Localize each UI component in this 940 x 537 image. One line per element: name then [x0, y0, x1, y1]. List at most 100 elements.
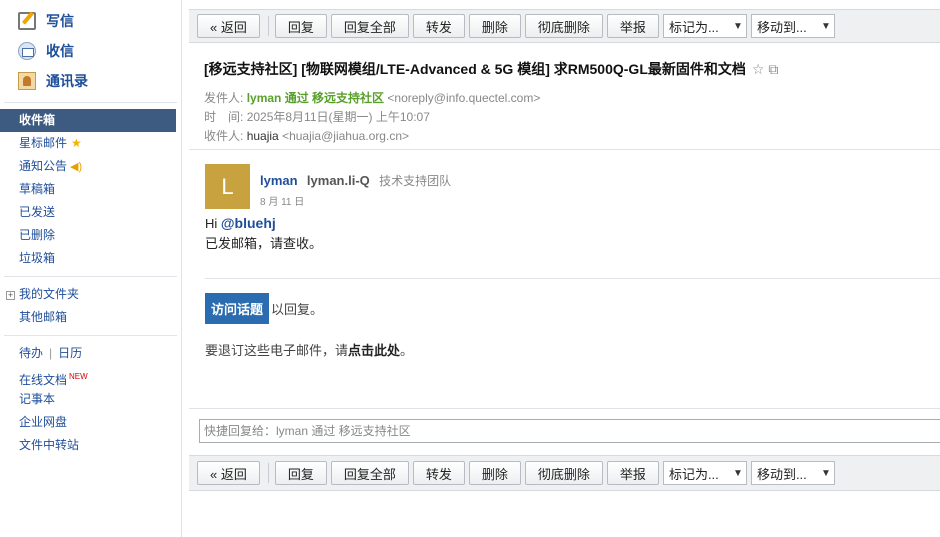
star-popout-icon[interactable]: ☆ ⧉	[752, 61, 778, 78]
compose-button[interactable]: 写信	[0, 6, 181, 36]
mark-as-select[interactable]: 标记为... ▼	[662, 14, 747, 38]
star-icon: ★	[71, 136, 82, 150]
time-value: 2025年8月11日(星期一) 上午10:07	[246, 110, 430, 124]
contacts-label: 通讯录	[46, 73, 88, 89]
post-content: Hi @bluehj 已发邮箱，请查收。	[205, 209, 940, 254]
mark-as-select[interactable]: 标记为... ▼	[662, 461, 747, 485]
sidebar-item-drafts[interactable]: 草稿箱	[0, 178, 181, 201]
sidebar-item-label: 已删除	[19, 228, 56, 242]
sidebar-item-disk[interactable]: 企业网盘	[0, 411, 181, 434]
reply-all-button[interactable]: 回复全部	[330, 14, 409, 38]
sidebar-item-label: 记事本	[19, 392, 56, 406]
new-badge: NEW	[69, 372, 88, 381]
inbox-check-button[interactable]: 收信	[0, 36, 181, 66]
bottom-toolbar: « 返回 回复 回复全部 转发 删除 彻底删除 举报 标记为... ▼ 移动到.…	[189, 455, 940, 491]
inbox-icon	[18, 42, 36, 60]
sidebar-item-deleted[interactable]: 已删除	[0, 224, 181, 247]
sidebar-item-label: 在线文档	[19, 373, 68, 387]
sidebar-item-label: 其他邮箱	[19, 310, 68, 324]
sidebar-item-label: 草稿箱	[19, 182, 56, 196]
unsubscribe-line: 要退订这些电子邮件，请点击此处。	[205, 340, 940, 359]
contacts-button[interactable]: 通讯录	[0, 66, 181, 96]
sidebar-divider	[4, 276, 177, 277]
sidebar-item-starred[interactable]: 星标邮件 ★	[0, 132, 181, 155]
sidebar-item-label: 垃圾箱	[19, 251, 56, 265]
sidebar: 写信 收信 通讯录 收件箱 星标邮件 ★ 通知公告 ◀) 草稿箱 已发送 已删除 垃…	[0, 0, 182, 537]
sidebar-divider	[4, 102, 177, 103]
sidebar-item-label: 企业网盘	[19, 415, 68, 429]
quick-reply-input[interactable]	[199, 419, 940, 443]
sidebar-item-calendar[interactable]: 日历	[58, 346, 82, 360]
sidebar-item-my-folders[interactable]: + 我的文件夹	[0, 283, 181, 306]
sidebar-item-notices[interactable]: 通知公告 ◀)	[0, 155, 181, 178]
chevron-down-icon: ▼	[820, 20, 831, 32]
sidebar-top-actions: 写信 收信 通讯录	[0, 0, 181, 96]
delete-button[interactable]: 删除	[468, 461, 521, 485]
main-panel: « 返回 回复 回复全部 转发 删除 彻底删除 举报 标记为... ▼ 移动到.…	[189, 0, 940, 537]
post-header: lyman lyman.li-Q 技术支持团队	[205, 164, 940, 189]
contacts-icon	[18, 72, 36, 90]
from-row: 发件人: lyman 通过 移远支持社区 <noreply@info.quect…	[204, 89, 940, 108]
sidebar-item-sent[interactable]: 已发送	[0, 201, 181, 224]
reply-button[interactable]: 回复	[274, 461, 327, 485]
separator: |	[49, 346, 53, 360]
greeting-line: Hi @bluehj	[205, 213, 940, 234]
forward-button[interactable]: 转发	[412, 461, 465, 485]
compose-label: 写信	[46, 13, 74, 29]
to-label: 收件人:	[204, 129, 244, 143]
sidebar-item-spam[interactable]: 垃圾箱	[0, 247, 181, 270]
to-address: <huajia@jiahua.org.cn>	[282, 129, 409, 143]
visit-topic-button[interactable]: 访问话题	[205, 293, 270, 324]
post-username[interactable]: lyman	[260, 173, 298, 188]
move-to-label: 移动到...	[756, 19, 807, 35]
visit-topic-row: 访问话题 以回复。	[205, 293, 940, 324]
sidebar-item-transfer[interactable]: 文件中转站	[0, 434, 181, 457]
chevron-down-icon: ▼	[732, 467, 743, 479]
email-meta: 发件人: lyman 通过 移远支持社区 <noreply@info.quect…	[204, 89, 940, 146]
mention-link[interactable]: @bluehj	[221, 215, 276, 231]
content-divider	[205, 278, 940, 279]
toolbar-separator	[267, 463, 269, 483]
sidebar-item-inbox[interactable]: 收件箱	[0, 109, 176, 132]
toolbar-separator	[267, 16, 269, 36]
subject-text: [移远支持社区] [物联网模组/LTE-Advanced & 5G 模组] 求R…	[204, 61, 746, 77]
move-to-select[interactable]: 移动到... ▼	[750, 14, 835, 38]
delete-permanently-button[interactable]: 彻底删除	[524, 14, 603, 38]
sidebar-item-other-mailboxes[interactable]: 其他邮箱	[0, 306, 181, 329]
unsubscribe-suffix: 。	[400, 343, 414, 358]
back-button[interactable]: « 返回	[197, 14, 260, 38]
greeting: Hi	[205, 216, 218, 231]
report-button[interactable]: 举报	[606, 461, 659, 485]
sidebar-item-online-docs[interactable]: 在线文档 NEW	[0, 365, 181, 388]
from-address: <noreply@info.quectel.com>	[387, 91, 541, 105]
sidebar-divider	[4, 335, 177, 336]
post-date: 8 月 11 日	[260, 197, 305, 208]
post-user-fullname[interactable]: lyman.li-Q	[307, 173, 370, 188]
unsubscribe-link[interactable]: 点击此处	[348, 343, 400, 358]
to-name[interactable]: huajia	[247, 129, 279, 143]
quick-reply-area	[189, 408, 940, 452]
back-button[interactable]: « 返回	[197, 461, 260, 485]
report-button[interactable]: 举报	[606, 14, 659, 38]
visit-topic-suffix: 以回复。	[271, 302, 324, 317]
reply-all-button[interactable]: 回复全部	[330, 461, 409, 485]
expand-icon[interactable]: +	[6, 291, 15, 300]
chevron-down-icon: ▼	[820, 467, 831, 479]
forward-button[interactable]: 转发	[412, 14, 465, 38]
sidebar-item-label: 星标邮件	[19, 136, 68, 150]
speaker-icon: ◀)	[70, 161, 83, 173]
post-team: 技术支持团队	[379, 174, 452, 188]
sidebar-item-notes[interactable]: 记事本	[0, 388, 181, 411]
delete-button[interactable]: 删除	[468, 14, 521, 38]
sidebar-item-label: 文件中转站	[19, 438, 80, 452]
from-name[interactable]: lyman 通过 移远支持社区	[247, 91, 384, 105]
delete-permanently-button[interactable]: 彻底删除	[524, 461, 603, 485]
reply-button[interactable]: 回复	[274, 14, 327, 38]
compose-icon	[18, 12, 36, 30]
email-header: [移远支持社区] [物联网模组/LTE-Advanced & 5G 模组] 求R…	[189, 43, 940, 150]
move-to-select[interactable]: 移动到... ▼	[750, 461, 835, 485]
sidebar-item-todo[interactable]: 待办	[19, 346, 43, 360]
unsubscribe-prefix: 要退订这些电子邮件，请	[205, 343, 349, 358]
inbox-check-label: 收信	[46, 43, 74, 59]
time-label: 时 间:	[204, 110, 244, 124]
